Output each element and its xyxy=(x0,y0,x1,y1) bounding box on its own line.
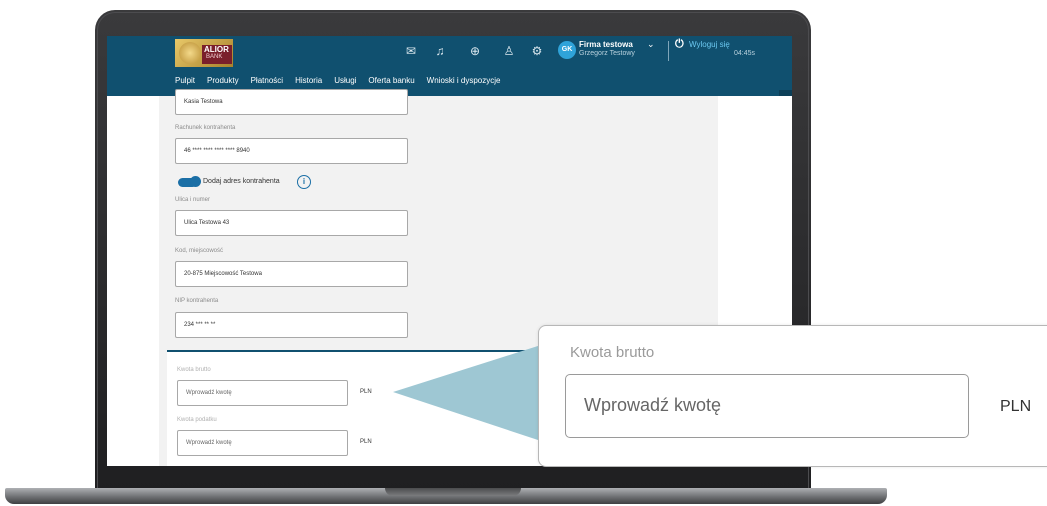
chevron-down-icon[interactable]: ⌄ xyxy=(647,39,655,50)
zoom-currency: PLN xyxy=(1000,398,1032,415)
top-bar: ALIOR BANK ✉ ♫ ⊕ ♙ ⚙ GK Firma testowa Gr… xyxy=(107,36,792,98)
gross-amount-input[interactable]: Wprowadź kwotę xyxy=(177,380,348,406)
settings-icon[interactable]: ⚙ xyxy=(530,44,544,58)
nav-item-historia[interactable]: Historia xyxy=(295,76,322,85)
tax-amount-label: Kwota podatku xyxy=(177,417,217,423)
nip-field[interactable]: 234 *** ** ** xyxy=(175,312,408,338)
account-number-field[interactable]: 46 **** **** **** **** 8940 xyxy=(175,138,408,164)
logo-emblem xyxy=(179,42,201,64)
zoom-gross-input[interactable]: Wprowadź kwotę xyxy=(565,374,969,438)
toggle-knob[interactable] xyxy=(190,176,201,187)
info-icon[interactable]: i xyxy=(297,175,311,189)
nav-item-produkty[interactable]: Produkty xyxy=(207,76,239,85)
nav-item-uslugi[interactable]: Usługi xyxy=(334,76,356,85)
tax-currency: PLN xyxy=(360,439,372,445)
counterparty-name-field[interactable]: Kasia Testowa xyxy=(175,89,408,115)
logo-subtext: BANK xyxy=(206,54,223,60)
gross-amount-label: Kwota brutto xyxy=(177,367,211,373)
nav-item-wnioski[interactable]: Wnioski i dyspozycje xyxy=(427,76,501,85)
zoom-gross-label: Kwota brutto xyxy=(570,344,655,361)
tax-amount-input[interactable]: Wprowadź kwotę xyxy=(177,430,348,456)
bank-logo[interactable]: ALIOR BANK xyxy=(175,39,233,67)
bell-icon[interactable]: ♫ xyxy=(433,44,447,58)
street-label: Ulica i numer xyxy=(175,197,211,203)
power-icon[interactable]: ⏻ xyxy=(675,38,684,51)
logout-link[interactable]: Wyloguj się xyxy=(689,40,730,49)
zoom-pointer xyxy=(393,345,541,441)
header-divider xyxy=(668,41,669,61)
logo-text: ALIOR xyxy=(204,45,229,54)
nav-item-pulpit[interactable]: Pulpit xyxy=(175,76,195,85)
company-name[interactable]: Firma testowa xyxy=(579,40,633,49)
postal-city-field[interactable]: 20-875 Miejscowość Testowa xyxy=(175,261,408,287)
laptop-notch xyxy=(385,488,521,496)
messages-icon[interactable]: ✉ xyxy=(404,44,418,58)
avatar[interactable]: GK xyxy=(558,41,576,59)
nav-item-oferta-banku[interactable]: Oferta banku xyxy=(368,76,414,85)
main-nav: Pulpit Produkty Płatności Historia Usług… xyxy=(175,76,500,85)
nip-label: NIP kontrahenta xyxy=(175,298,219,304)
user-icon[interactable]: ♙ xyxy=(502,44,516,58)
download-icon[interactable]: ⊕ xyxy=(468,44,482,58)
nav-item-platnosci[interactable]: Płatności xyxy=(251,76,283,85)
address-toggle-label: Dodaj adres kontrahenta xyxy=(203,178,280,185)
street-field[interactable]: Ulica Testowa 43 xyxy=(175,210,408,236)
account-label: Rachunek kontrahenta xyxy=(175,125,236,131)
session-timer: 04:45s xyxy=(734,50,756,57)
user-name: Grzegorz Testowy xyxy=(579,50,635,57)
gross-currency: PLN xyxy=(360,389,372,395)
postal-label: Kod, miejscowość xyxy=(175,248,224,254)
